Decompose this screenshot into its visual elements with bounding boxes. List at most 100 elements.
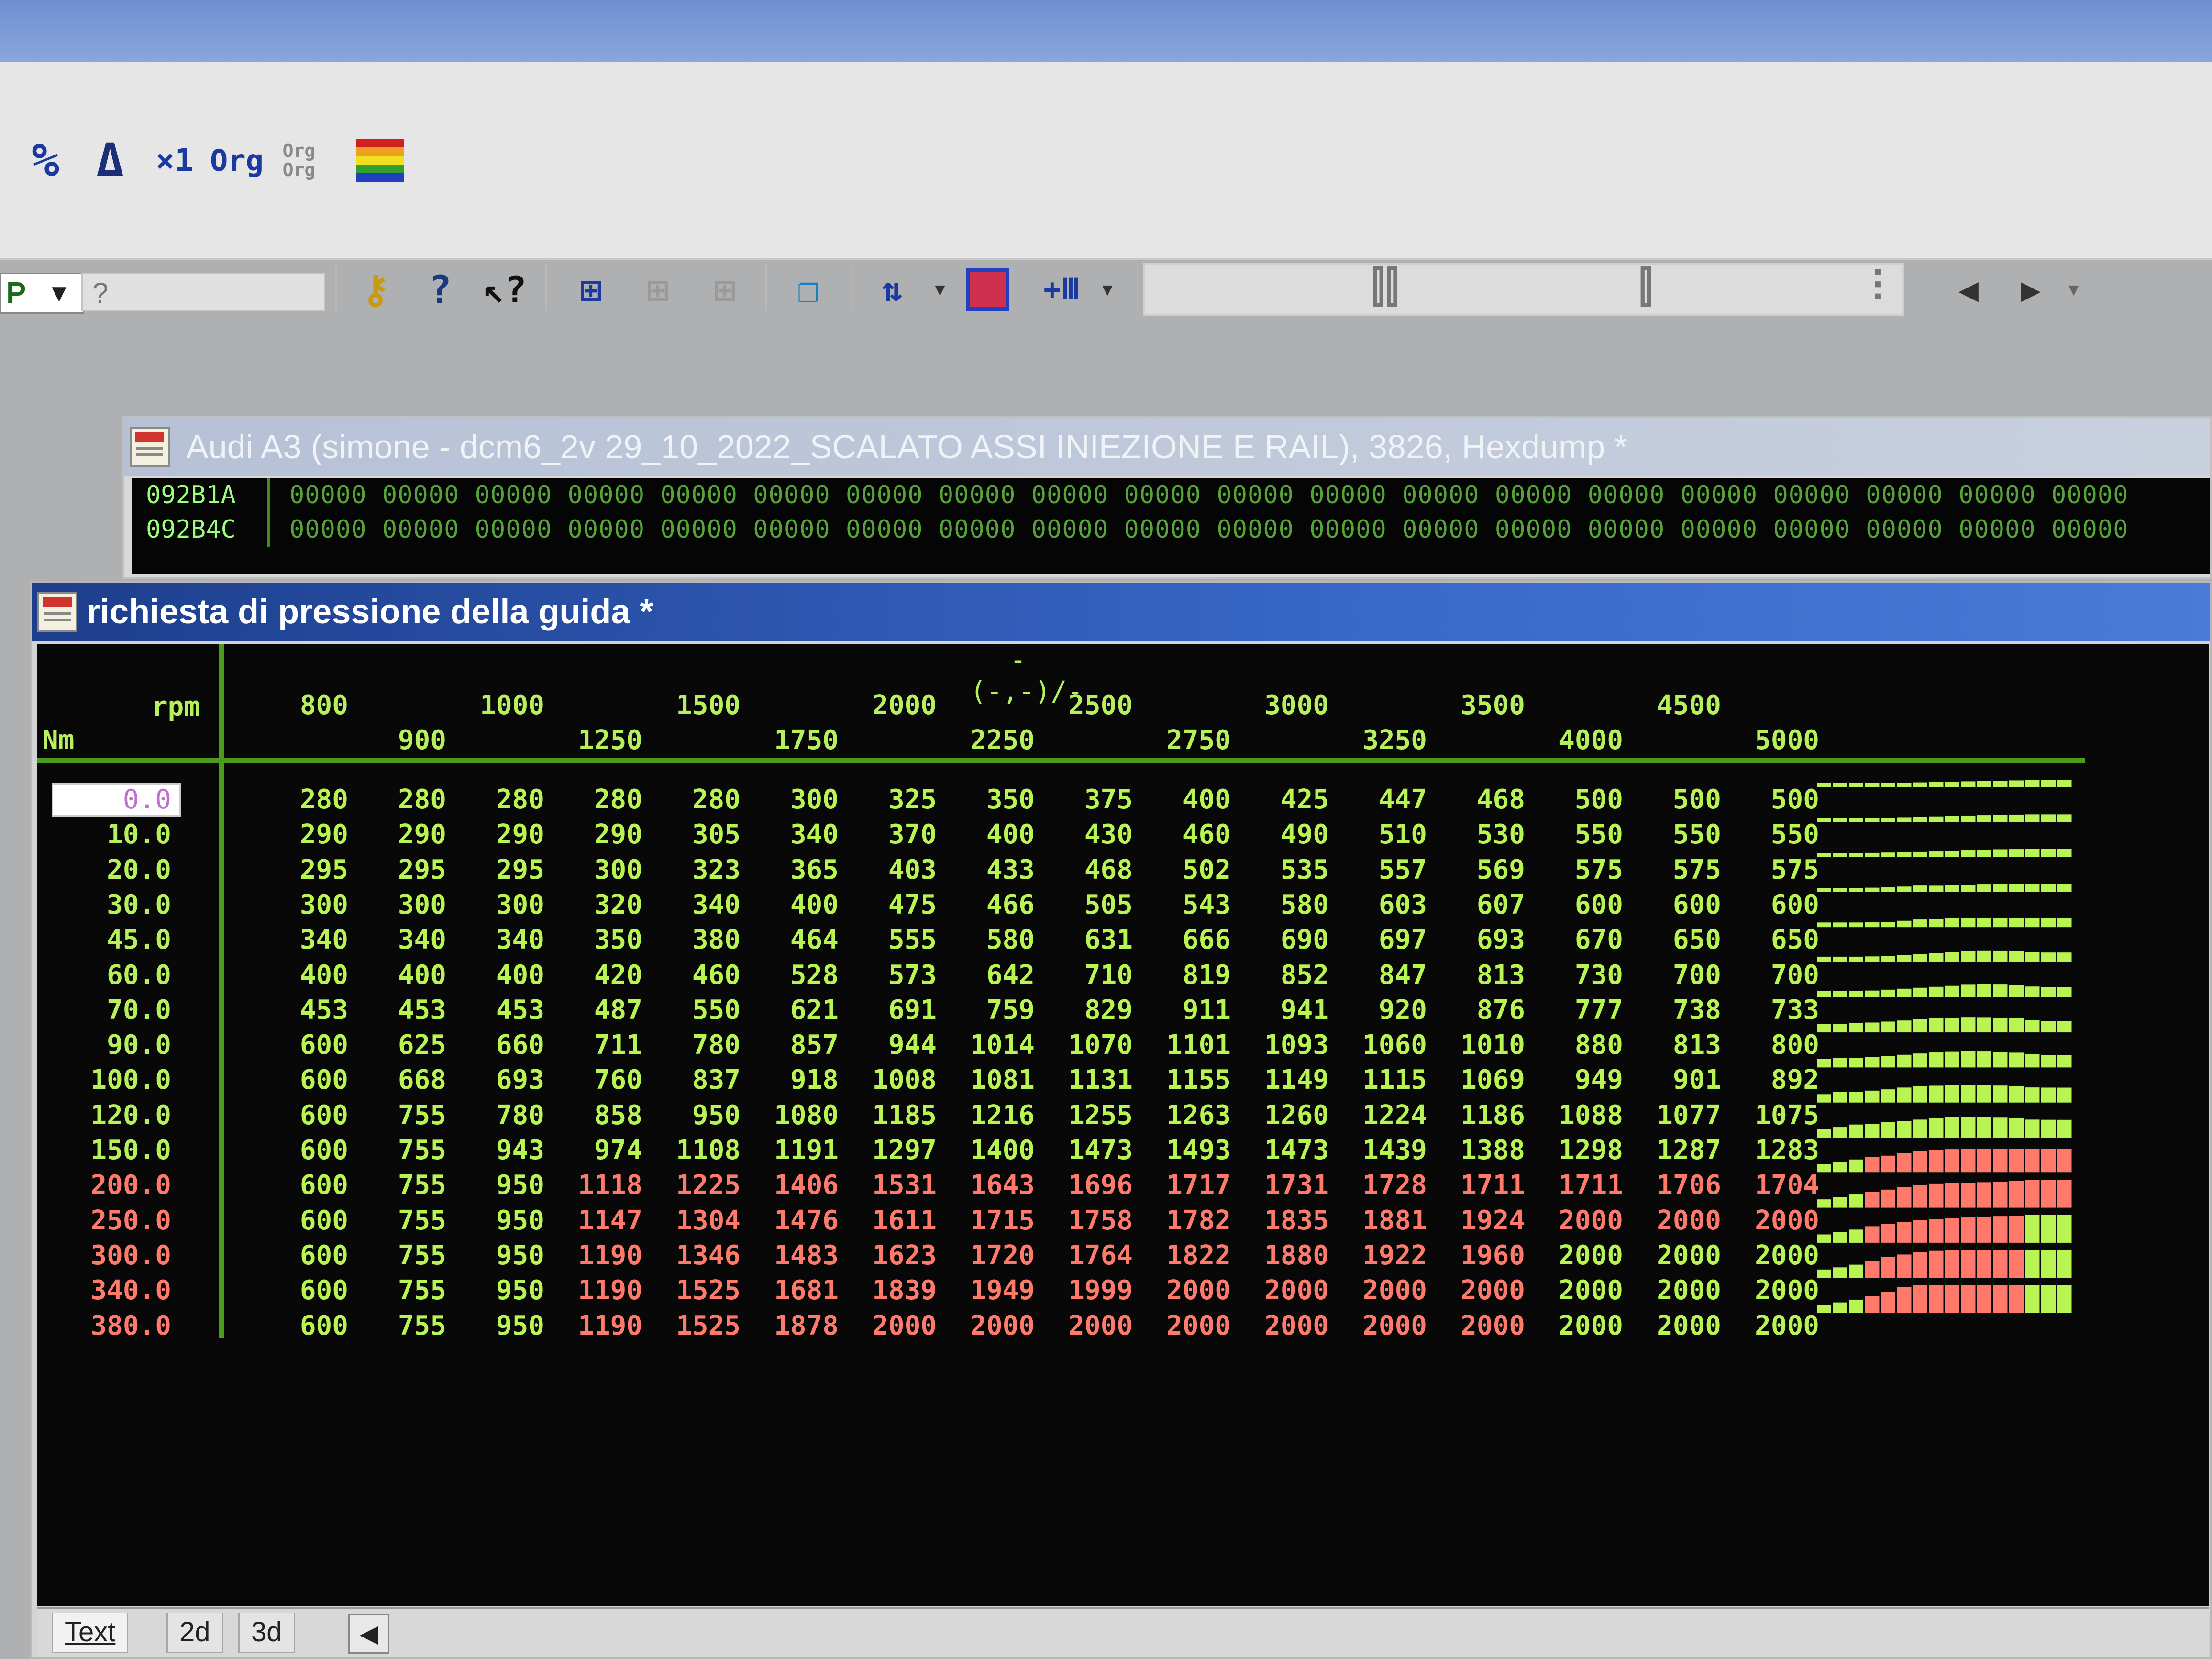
map-cell[interactable]: 320 [556, 889, 642, 921]
map-cell[interactable]: 1283 [1733, 1135, 1819, 1166]
map-cell[interactable]: 918 [752, 1064, 839, 1096]
map-cell[interactable]: 550 [654, 995, 741, 1026]
key-icon[interactable]: ⚷ [352, 263, 399, 316]
map-cell[interactable]: 901 [1635, 1064, 1721, 1096]
map-cell[interactable]: 487 [556, 995, 642, 1026]
map-cell[interactable]: 1093 [1243, 1029, 1329, 1061]
map-cell[interactable]: 1060 [1341, 1029, 1427, 1061]
map-cell[interactable]: 400 [360, 960, 446, 991]
map-cell[interactable]: 600 [1733, 889, 1819, 921]
map-cell[interactable]: 2000 [1145, 1275, 1231, 1306]
map-cell[interactable]: 600 [262, 1029, 348, 1061]
map-cell[interactable]: 600 [1635, 889, 1721, 921]
map-cell[interactable]: 1346 [654, 1240, 741, 1272]
windows-icon[interactable]: ❐ [780, 263, 837, 316]
map-cell[interactable]: 950 [458, 1205, 544, 1237]
map-cell[interactable]: 1190 [556, 1240, 642, 1272]
map-cell[interactable]: 1473 [1243, 1135, 1329, 1166]
map-cell[interactable]: 2000 [1341, 1275, 1427, 1306]
map-cell[interactable]: 813 [1635, 1029, 1721, 1061]
map-cell[interactable]: 974 [556, 1135, 642, 1166]
map-cell[interactable]: 911 [1145, 995, 1231, 1026]
map-cell[interactable]: 857 [752, 1029, 839, 1061]
map-cell[interactable]: 350 [556, 924, 642, 956]
map-cell[interactable]: 813 [1439, 960, 1525, 991]
map-cell[interactable]: 466 [949, 889, 1035, 921]
map-cell[interactable]: 950 [458, 1240, 544, 1272]
map-cell[interactable]: 650 [1635, 924, 1721, 956]
map-cell[interactable]: 1014 [949, 1029, 1035, 1061]
map-cell[interactable]: 468 [1439, 784, 1525, 816]
hexdump-window[interactable]: Audi A3 (simone - dcm6_2v 29_10_2022_SCA… [122, 416, 2212, 579]
map-cell[interactable]: 600 [262, 1135, 348, 1166]
map-cell[interactable]: 1008 [851, 1064, 937, 1096]
map-cell[interactable]: 400 [949, 819, 1035, 851]
map-cell[interactable]: 2000 [1145, 1310, 1231, 1342]
map-cell[interactable]: 580 [949, 924, 1035, 956]
map-cell[interactable]: 280 [654, 784, 741, 816]
slider-track[interactable] [1143, 263, 1904, 316]
map-cell[interactable]: 650 [1733, 924, 1819, 956]
map-cell[interactable]: 1839 [851, 1275, 937, 1306]
map-cell[interactable]: 1263 [1145, 1100, 1231, 1131]
map-cell[interactable]: 290 [262, 819, 348, 851]
map-cell[interactable]: 295 [458, 854, 544, 886]
map-cell[interactable]: 1010 [1439, 1029, 1525, 1061]
map-cell[interactable]: 1190 [556, 1275, 642, 1306]
map-cell[interactable]: 403 [851, 854, 937, 886]
select-tool-disabled2-icon[interactable]: ⊞ [698, 263, 751, 316]
map-cell[interactable]: 1711 [1439, 1170, 1525, 1201]
map-cell[interactable]: 1922 [1341, 1240, 1427, 1272]
map-cell[interactable]: 290 [556, 819, 642, 851]
map-cell[interactable]: 1473 [1047, 1135, 1133, 1166]
arrow-left-icon[interactable]: ◀ [1947, 263, 1990, 316]
map-cell[interactable]: 949 [1537, 1064, 1623, 1096]
map-cell[interactable]: 2000 [1439, 1275, 1525, 1306]
map-cell[interactable]: 1623 [851, 1240, 937, 1272]
map-cell[interactable]: 1406 [752, 1170, 839, 1201]
map-cell[interactable]: 697 [1341, 924, 1427, 956]
map-cell[interactable]: 400 [458, 960, 544, 991]
map-cell[interactable]: 1185 [851, 1100, 937, 1131]
map-cell[interactable]: 1531 [851, 1170, 937, 1201]
y-axis-label[interactable]: 0.0 [85, 784, 171, 816]
map-cell[interactable]: 1999 [1047, 1275, 1133, 1306]
map-cell[interactable]: 1255 [1047, 1100, 1133, 1131]
map-cell[interactable]: 1081 [949, 1064, 1035, 1096]
map-table[interactable]: -(-,-)/- rpm Nm 800 900 1000 1250 1500 1750 20… [37, 644, 2209, 1606]
map-cell[interactable]: 600 [262, 1064, 348, 1096]
map-cell[interactable]: 453 [360, 995, 446, 1026]
map-cell[interactable]: 600 [262, 1205, 348, 1237]
map-cell[interactable]: 295 [360, 854, 446, 886]
map-cell[interactable]: 300 [458, 889, 544, 921]
map-cell[interactable]: 1822 [1145, 1240, 1231, 1272]
map-cell[interactable]: 755 [360, 1135, 446, 1166]
map-cell[interactable]: 340 [752, 819, 839, 851]
map-cell[interactable]: 290 [458, 819, 544, 851]
map-cell[interactable]: 755 [360, 1100, 446, 1131]
map-window[interactable]: richiesta di pressione della guida * -(-… [30, 581, 2212, 1659]
map-cell[interactable]: 380 [654, 924, 741, 956]
map-cell[interactable]: 1611 [851, 1205, 937, 1237]
map-cell[interactable]: 1088 [1537, 1100, 1623, 1131]
tab-2d[interactable]: 2d [166, 1613, 223, 1653]
map-cell[interactable]: 1101 [1145, 1029, 1231, 1061]
map-cell[interactable]: 1696 [1047, 1170, 1133, 1201]
map-cell[interactable]: 323 [654, 854, 741, 886]
map-cell[interactable]: 2000 [1341, 1310, 1427, 1342]
map-cell[interactable]: 829 [1047, 995, 1133, 1026]
mode-combo[interactable]: P ▼ [0, 273, 84, 314]
map-cell[interactable]: 1287 [1635, 1135, 1721, 1166]
map-cell[interactable]: 300 [556, 854, 642, 886]
map-cell[interactable]: 1782 [1145, 1205, 1231, 1237]
map-cell[interactable]: 693 [1439, 924, 1525, 956]
map-cell[interactable]: 464 [752, 924, 839, 956]
map-cell[interactable]: 500 [1635, 784, 1721, 816]
map-cell[interactable]: 1880 [1243, 1240, 1329, 1272]
map-cell[interactable]: 400 [1145, 784, 1231, 816]
map-cell[interactable]: 1075 [1733, 1100, 1819, 1131]
map-cell[interactable]: 453 [262, 995, 348, 1026]
map-cell[interactable]: 1225 [654, 1170, 741, 1201]
map-cell[interactable]: 1297 [851, 1135, 937, 1166]
map-cell[interactable]: 1155 [1145, 1064, 1231, 1096]
